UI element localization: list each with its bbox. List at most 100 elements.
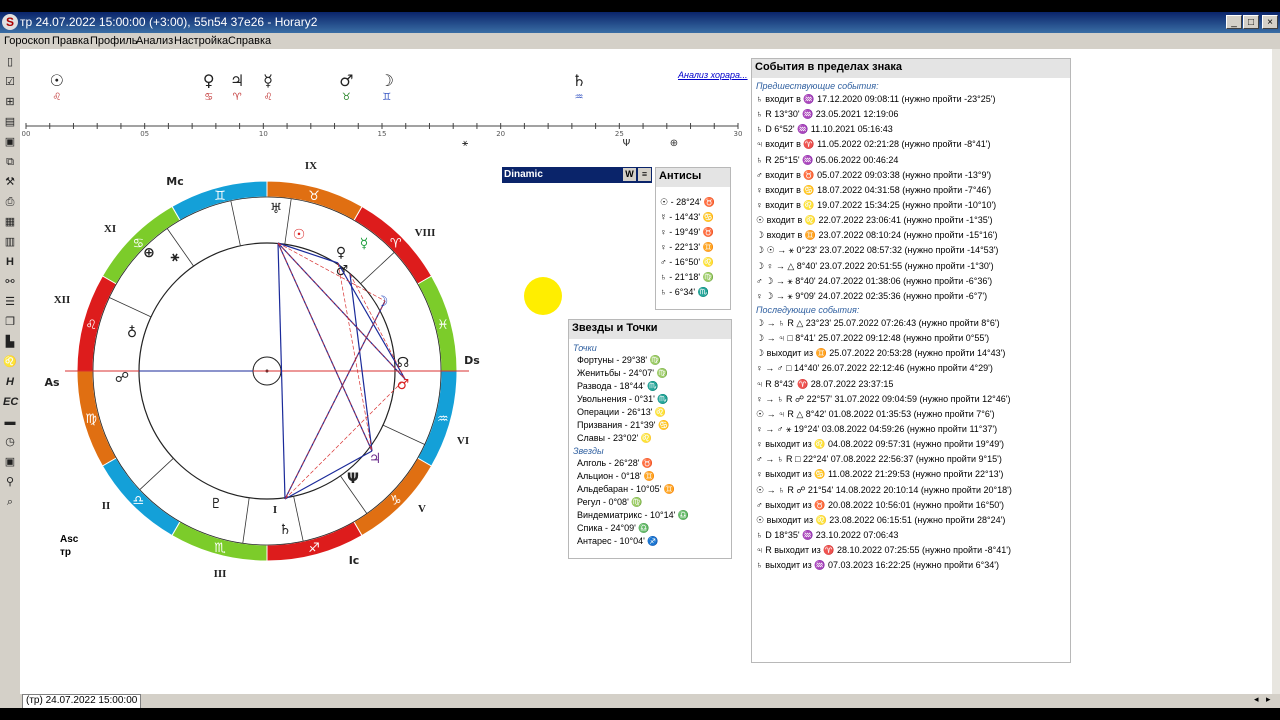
star-row: Спика - 24°09' ♎ — [577, 523, 650, 533]
minimize-button[interactable]: _ — [1226, 15, 1242, 29]
house-label: II — [102, 500, 111, 512]
menu-settings[interactable]: Настройка — [174, 35, 228, 47]
table-icon[interactable]: ▥ — [3, 235, 17, 249]
frame-icon[interactable]: ▣ — [3, 455, 17, 469]
event-row: ♂ → ♄ R □ 22°24' 07.08.2022 22:56:37 (ну… — [756, 454, 1002, 465]
timeline-point-icon: ⚹ — [462, 138, 468, 149]
horizontal-scroll-arrows[interactable]: ◂ ▸ — [1254, 694, 1271, 705]
menu-edit[interactable]: Правка — [52, 35, 89, 47]
antis-row: ♄ - 21°18' ♍ — [660, 272, 714, 282]
event-row: ♀ входит в ♌ 19.07.2022 15:34:25 (нужно … — [756, 199, 997, 210]
timeline-sign-icon: ♈ — [233, 92, 242, 103]
timeline-tick-label: 10 — [259, 130, 268, 138]
new-file-icon[interactable]: ▯ — [3, 55, 17, 69]
search-icon[interactable]: ⚲ — [3, 475, 17, 489]
image-icon[interactable]: ▣ — [3, 135, 17, 149]
timeline-sign-icon: ♉ — [342, 92, 351, 103]
previous-events-list: ♄ входит в ♒ 17.12.2020 09:08:11 (нужно … — [752, 92, 1070, 304]
title-bar[interactable]: S тр 24.07.2022 15:00:00 (+3:00), 55n54 … — [0, 12, 1280, 33]
star-row: Альдебаран - 10°05' ♊ — [577, 484, 676, 494]
event-row: ☽ ♀ → △ 8°40' 23.07.2022 20:51:55 (нужно… — [756, 260, 994, 271]
antis-title: Антисы — [656, 168, 730, 187]
antis-row: ♀ - 19°49' ♉ — [660, 227, 714, 237]
checklist-icon[interactable]: ☑ — [3, 75, 17, 89]
star-row: Антарес - 10°04' ♐ — [577, 536, 659, 546]
zodiac-sign-icon: ♎ — [132, 494, 144, 509]
event-row: ♄ R 13°30' ♒ 23.05.2021 12:19:06 — [756, 109, 899, 120]
folder-icon[interactable]: ▬ — [3, 415, 17, 429]
house-label: IX — [305, 160, 317, 172]
dynamic-selector[interactable]: Dinamic W ≡ — [502, 167, 652, 183]
antis-row: ☉ - 28°24' ♉ — [660, 197, 716, 207]
antis-row: ☿ - 14°43' ♋ — [660, 212, 714, 222]
mc-label: Mc — [166, 175, 183, 188]
zodiac-sign-icon: ♒ — [437, 412, 449, 427]
chart-planet-icon: ⊕ — [143, 245, 155, 261]
status-bar: (тр) 24.07.2022 15:00:00 ◂ ▸ — [0, 694, 1280, 708]
menu-button[interactable]: ≡ — [638, 168, 651, 181]
timeline-planet-icon: ♃ — [230, 71, 244, 90]
app-window: S тр 24.07.2022 15:00:00 (+3:00), 55n54 … — [0, 12, 1280, 708]
antis-list: ☉ - 28°24' ♉ ☿ - 14°43' ♋ ♀ - 19°49' ♉ ♀ - … — [656, 195, 730, 300]
stack-icon[interactable]: ❐ — [3, 315, 17, 329]
aspect-line-red — [284, 300, 386, 500]
aspect-line-red — [284, 378, 406, 500]
point-row: Операции - 26°13' ♌ — [577, 407, 667, 417]
list-icon[interactable]: ☰ — [3, 295, 17, 309]
menu-analysis[interactable]: Анализ — [136, 35, 173, 47]
event-row: ♃ R выходит из ♈ 28.10.2022 07:25:55 (ну… — [756, 545, 1012, 556]
horary-analysis-link[interactable]: Анализ хорара... — [678, 70, 748, 80]
house-cusp — [139, 458, 174, 490]
compare-icon[interactable]: ⧉ — [3, 155, 17, 169]
chart-planet-icon: ☿ — [360, 236, 369, 252]
w-button[interactable]: W — [623, 168, 636, 181]
vertical-scrollbar[interactable] — [1272, 49, 1280, 694]
timeline-tick-label: 25 — [615, 130, 624, 138]
timeline-planet-icon: ☉ — [50, 71, 64, 90]
maximize-button[interactable]: □ — [1243, 15, 1259, 29]
zodiac-sign-icon: ♑ — [390, 494, 402, 509]
star-row: Алголь - 26°28' ♉ — [577, 458, 654, 468]
desc-label: Ds — [464, 354, 480, 367]
close-button[interactable]: × — [1262, 15, 1278, 29]
aspects-icon[interactable]: ⚯ — [3, 275, 17, 289]
print-icon[interactable]: ⎙ — [3, 195, 17, 209]
timeline-sign-icon: ♒ — [575, 92, 584, 103]
zodiac-sign-icon: ♐ — [308, 541, 320, 556]
houses-icon[interactable]: H — [3, 255, 17, 269]
stars-subtitle: Звезды — [573, 446, 604, 456]
house-label: VIII — [415, 227, 436, 239]
event-row: ♄ входит в ♒ 17.12.2020 09:08:11 (нужно … — [756, 94, 996, 104]
zodiac-sign-icon: ♓ — [437, 318, 449, 333]
tools-icon[interactable]: ⚒ — [3, 175, 17, 189]
horary-icon[interactable]: H — [3, 375, 17, 389]
previous-events-subtitle: Предшествующие события: — [756, 81, 879, 91]
point-row: Женитьбы - 24°07' ♍ — [577, 368, 668, 378]
report-icon[interactable]: ▦ — [3, 215, 17, 229]
menu-help[interactable]: Справка — [228, 35, 271, 47]
house-cusp — [284, 198, 292, 245]
clock-icon[interactable]: ◷ — [3, 435, 17, 449]
house-label: XI — [104, 223, 116, 235]
event-row: ♄ R 25°15' ♒ 05.06.2022 00:46:24 — [756, 154, 899, 165]
point-row: Развода - 18°44' ♏ — [577, 381, 659, 391]
menu-horoscope[interactable]: Гороскоп — [4, 35, 50, 47]
bar-chart-icon[interactable]: ▙ — [3, 335, 17, 349]
ec-icon[interactable]: EC — [3, 395, 18, 409]
zoom-icon[interactable]: ⌕ — [3, 495, 17, 509]
house-label: I — [273, 504, 277, 516]
add-page-icon[interactable]: ⊞ — [3, 95, 17, 109]
document-icon[interactable]: ▤ — [3, 115, 17, 129]
antis-row: ♄ - 6°34' ♏ — [660, 287, 709, 297]
points-list: Фортуны - 29°38' ♍ Женитьбы - 24°07' ♍ Раз… — [569, 354, 731, 445]
event-row: ☽ ☉ → ⚹ 0°23' 23.07.2022 08:57:32 (нужно… — [756, 245, 999, 256]
dynamic-label: Dinamic — [504, 169, 543, 180]
menu-bar: Гороскоп Правка Профиль Анализ Настройка… — [0, 33, 1280, 49]
menu-profile[interactable]: Профиль — [90, 35, 138, 47]
chart-tab[interactable]: (тр) 24.07.2022 15:00:00 — [22, 694, 142, 708]
event-row: ☉ выходит из ♌ 23.08.2022 06:15:51 (нужн… — [756, 514, 1006, 525]
leo-icon[interactable]: ♌ — [3, 355, 17, 369]
chart-planet-icon: ♁ — [127, 325, 137, 341]
event-row: ☉ → ♄ R ☍ 21°54' 14.08.2022 20:10:14 (ну… — [756, 484, 1012, 495]
event-row: ♃ R 8°43' ♈ 28.07.2022 23:37:15 — [756, 378, 894, 389]
